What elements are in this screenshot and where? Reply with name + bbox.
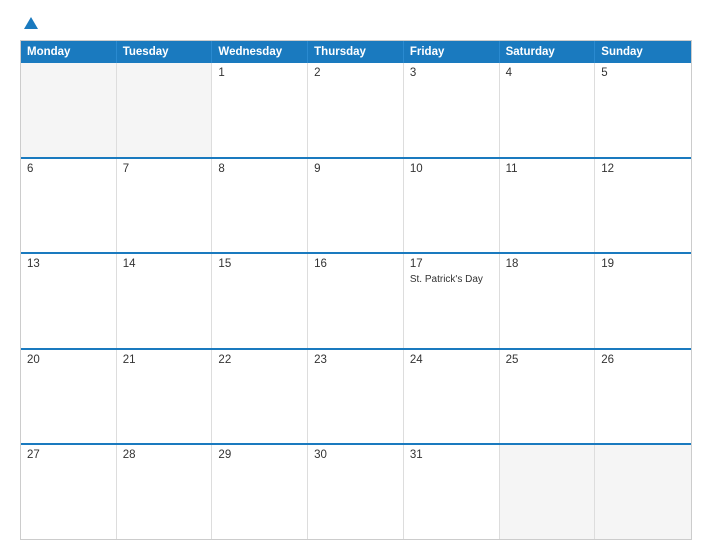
- day-number: 26: [601, 354, 685, 366]
- day-number: 1: [218, 67, 301, 79]
- day-number: 6: [27, 163, 110, 175]
- col-monday: Monday: [21, 41, 117, 63]
- logo-triangle-icon: [24, 17, 38, 29]
- calendar-cell: 7: [117, 159, 213, 253]
- header: [20, 18, 692, 30]
- day-number: 11: [506, 163, 589, 175]
- calendar-week-5: 27 28 29 30 31: [21, 443, 691, 539]
- calendar-header: Monday Tuesday Wednesday Thursday Friday…: [21, 41, 691, 63]
- calendar-cell: [500, 445, 596, 539]
- calendar-cell: [595, 445, 691, 539]
- day-number: 29: [218, 449, 301, 461]
- day-number: 2: [314, 67, 397, 79]
- day-number: 19: [601, 258, 685, 270]
- day-number: 31: [410, 449, 493, 461]
- calendar-event: St. Patrick's Day: [410, 274, 493, 285]
- day-number: 3: [410, 67, 493, 79]
- day-number: 14: [123, 258, 206, 270]
- day-number: 18: [506, 258, 589, 270]
- calendar: Monday Tuesday Wednesday Thursday Friday…: [20, 40, 692, 540]
- calendar-cell: 9: [308, 159, 404, 253]
- day-number: 16: [314, 258, 397, 270]
- calendar-cell: 15: [212, 254, 308, 348]
- calendar-cell: 28: [117, 445, 213, 539]
- calendar-cell: 13: [21, 254, 117, 348]
- calendar-cell: 24: [404, 350, 500, 444]
- day-number: 24: [410, 354, 493, 366]
- day-number: 25: [506, 354, 589, 366]
- day-number: 30: [314, 449, 397, 461]
- col-friday: Friday: [404, 41, 500, 63]
- calendar-week-1: 1 2 3 45: [21, 63, 691, 157]
- day-number: 4: [506, 67, 589, 79]
- day-number: 15: [218, 258, 301, 270]
- calendar-cell: 23: [308, 350, 404, 444]
- calendar-cell: 2: [308, 63, 404, 157]
- day-number: 27: [27, 449, 110, 461]
- col-tuesday: Tuesday: [117, 41, 213, 63]
- calendar-cell: 19: [595, 254, 691, 348]
- calendar-cell: 17 St. Patrick's Day: [404, 254, 500, 348]
- calendar-cell: 6: [21, 159, 117, 253]
- day-number: 20: [27, 354, 110, 366]
- calendar-cell: 21: [117, 350, 213, 444]
- calendar-cell: 30: [308, 445, 404, 539]
- calendar-cell: 5: [595, 63, 691, 157]
- col-sunday: Sunday: [595, 41, 691, 63]
- logo: [20, 18, 38, 30]
- calendar-cell: 27: [21, 445, 117, 539]
- day-number: 10: [410, 163, 493, 175]
- day-number: 28: [123, 449, 206, 461]
- day-number: 17: [410, 258, 493, 270]
- col-wednesday: Wednesday: [212, 41, 308, 63]
- calendar-cell: 3: [404, 63, 500, 157]
- calendar-cell: 29: [212, 445, 308, 539]
- calendar-cell: 8: [212, 159, 308, 253]
- calendar-cell: 22: [212, 350, 308, 444]
- day-number: 22: [218, 354, 301, 366]
- calendar-cell: 12: [595, 159, 691, 253]
- calendar-cell: 18: [500, 254, 596, 348]
- col-thursday: Thursday: [308, 41, 404, 63]
- calendar-cell: 20: [21, 350, 117, 444]
- day-number: 5: [601, 67, 685, 79]
- calendar-cell: 10: [404, 159, 500, 253]
- calendar-cell: 14: [117, 254, 213, 348]
- calendar-week-4: 20 21 22 23 24 25 26: [21, 348, 691, 444]
- page: Monday Tuesday Wednesday Thursday Friday…: [0, 0, 712, 550]
- calendar-body: 1234567891011121314151617St. Patrick's D…: [21, 63, 691, 539]
- day-number: 13: [27, 258, 110, 270]
- calendar-week-3: 13 14 15 16 17 St. Patrick's Day 18 19: [21, 252, 691, 348]
- calendar-week-2: 6 78 9 10 11 12: [21, 157, 691, 253]
- day-number: 12: [601, 163, 685, 175]
- day-number: 7: [123, 163, 206, 175]
- calendar-cell: 1: [212, 63, 308, 157]
- calendar-cell: 11: [500, 159, 596, 253]
- calendar-cell: [21, 63, 117, 157]
- day-number: 21: [123, 354, 206, 366]
- calendar-cell: 4: [500, 63, 596, 157]
- day-number: 23: [314, 354, 397, 366]
- calendar-cell: [117, 63, 213, 157]
- day-number: 9: [314, 163, 397, 175]
- day-number: 8: [218, 163, 301, 175]
- calendar-cell: 25: [500, 350, 596, 444]
- col-saturday: Saturday: [500, 41, 596, 63]
- calendar-cell: 31: [404, 445, 500, 539]
- calendar-cell: 26: [595, 350, 691, 444]
- calendar-cell: 16: [308, 254, 404, 348]
